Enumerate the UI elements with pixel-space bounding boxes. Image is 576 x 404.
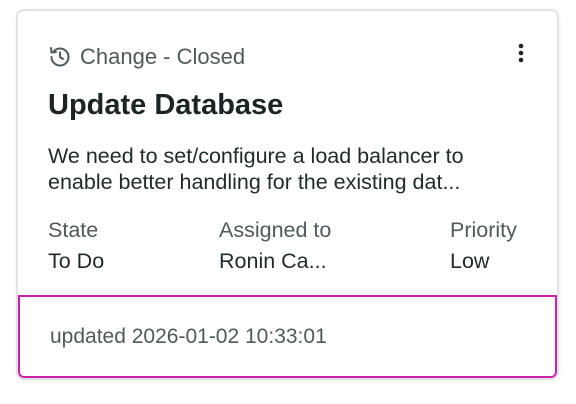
card-fields: State To Do Assigned to Ronin Ca... Prio… — [48, 215, 532, 279]
field-priority-value: Low — [450, 249, 490, 273]
field-assigned-to: Assigned to Ronin Ca... — [219, 215, 331, 277]
more-options-button[interactable] — [511, 43, 531, 67]
field-assigned-to-label: Assigned to — [219, 218, 332, 242]
card-title[interactable]: Update Database — [48, 89, 283, 122]
history-icon — [48, 45, 72, 69]
field-state-value: To Do — [48, 249, 105, 273]
field-priority: Priority Low — [450, 215, 517, 277]
field-priority-label: Priority — [450, 218, 517, 242]
field-assigned-to-value: Ronin Ca... — [219, 249, 327, 273]
more-vertical-icon — [518, 43, 524, 68]
item-type-row: Change - Closed — [48, 41, 245, 73]
card-description: We need to set/configure a load balancer… — [48, 143, 518, 195]
description-line: enable better handling for the existing … — [48, 170, 461, 194]
item-type-label: Change - Closed — [80, 44, 246, 69]
updated-timestamp: updated 2026-01-02 10:33:01 — [50, 324, 327, 348]
description-line: We need to set/configure a load balancer… — [48, 144, 464, 168]
field-state: State To Do — [48, 215, 104, 277]
field-state-label: State — [48, 218, 99, 242]
card-footer: updated 2026-01-02 10:33:01 — [18, 295, 557, 378]
work-item-card[interactable]: Change - Closed Update Database We need … — [16, 9, 559, 380]
